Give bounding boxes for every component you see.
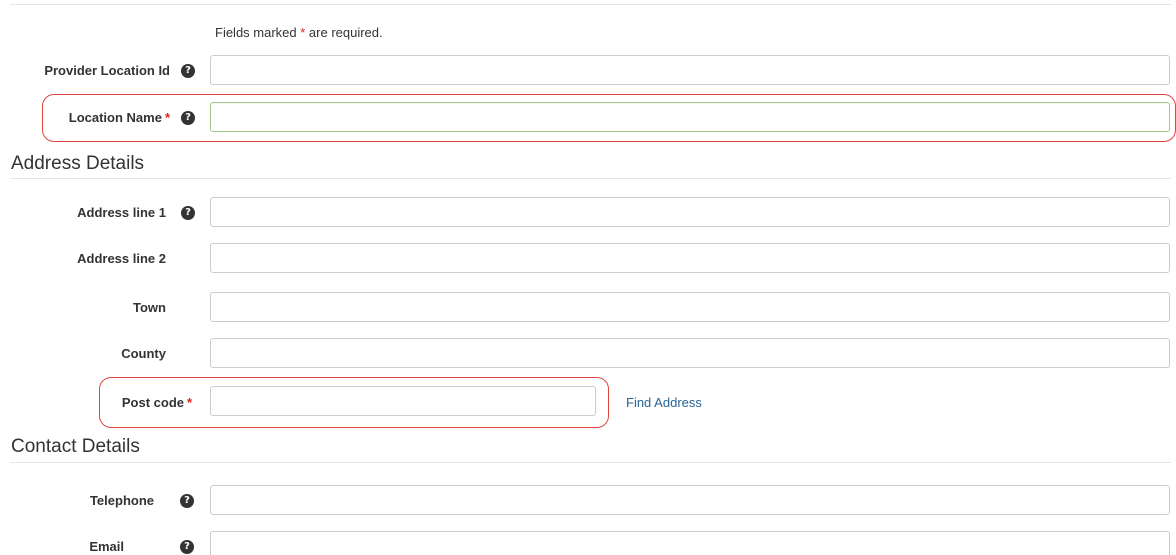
address-details-divider [10,178,1171,179]
provider-location-id-label: Provider Location Id [44,63,170,79]
address-line1-label-text: Address line 1 [77,205,166,220]
address-line1-label: Address line 1 [77,205,166,221]
contact-details-divider [10,462,1171,463]
postcode-input[interactable] [210,386,596,416]
location-form-page: Fields marked * are required. Provider L… [0,0,1176,555]
address-line1-input[interactable] [210,197,1170,227]
help-icon[interactable]: ? [181,206,195,220]
contact-details-heading: Contact Details [11,436,140,457]
location-name-input[interactable] [210,102,1170,132]
find-address-link[interactable]: Find Address [626,395,702,410]
town-label: Town [133,300,166,316]
county-label: County [121,346,166,362]
help-icon[interactable]: ? [181,64,195,78]
top-divider [10,4,1171,5]
address-line2-label: Address line 2 [77,251,166,267]
required-fields-note: Fields marked * are required. [215,25,383,40]
telephone-label-text: Telephone [89,493,154,508]
required-note-prefix: Fields marked [215,25,301,40]
address-line2-input[interactable] [210,243,1170,273]
town-input[interactable] [210,292,1170,322]
postcode-label-text: Post code [121,395,184,410]
town-label-text: Town [133,300,166,315]
email-input[interactable] [210,531,1170,555]
address-details-heading: Address Details [11,153,145,174]
required-note-suffix: are required. [305,25,383,40]
provider-location-id-input[interactable] [210,55,1170,85]
provider-location-id-label-text: Provider Location Id [44,63,170,78]
help-icon[interactable]: ? [180,540,194,554]
help-icon[interactable]: ? [181,111,195,125]
location-name-label: Location Name * [69,110,170,126]
location-name-label-text: Location Name [68,110,162,125]
email-label-text: Email [89,539,124,554]
telephone-input[interactable] [210,485,1170,515]
email-label: Email [89,539,124,555]
telephone-label: Telephone [90,493,154,509]
postcode-label: Post code [122,395,184,411]
help-icon[interactable]: ? [180,494,194,508]
county-input[interactable] [210,338,1170,368]
county-label-text: County [121,346,166,361]
address-line2-label-text: Address line 2 [77,251,166,266]
location-name-required-asterisk: * [164,110,170,125]
postcode-required-asterisk: * [187,395,193,410]
